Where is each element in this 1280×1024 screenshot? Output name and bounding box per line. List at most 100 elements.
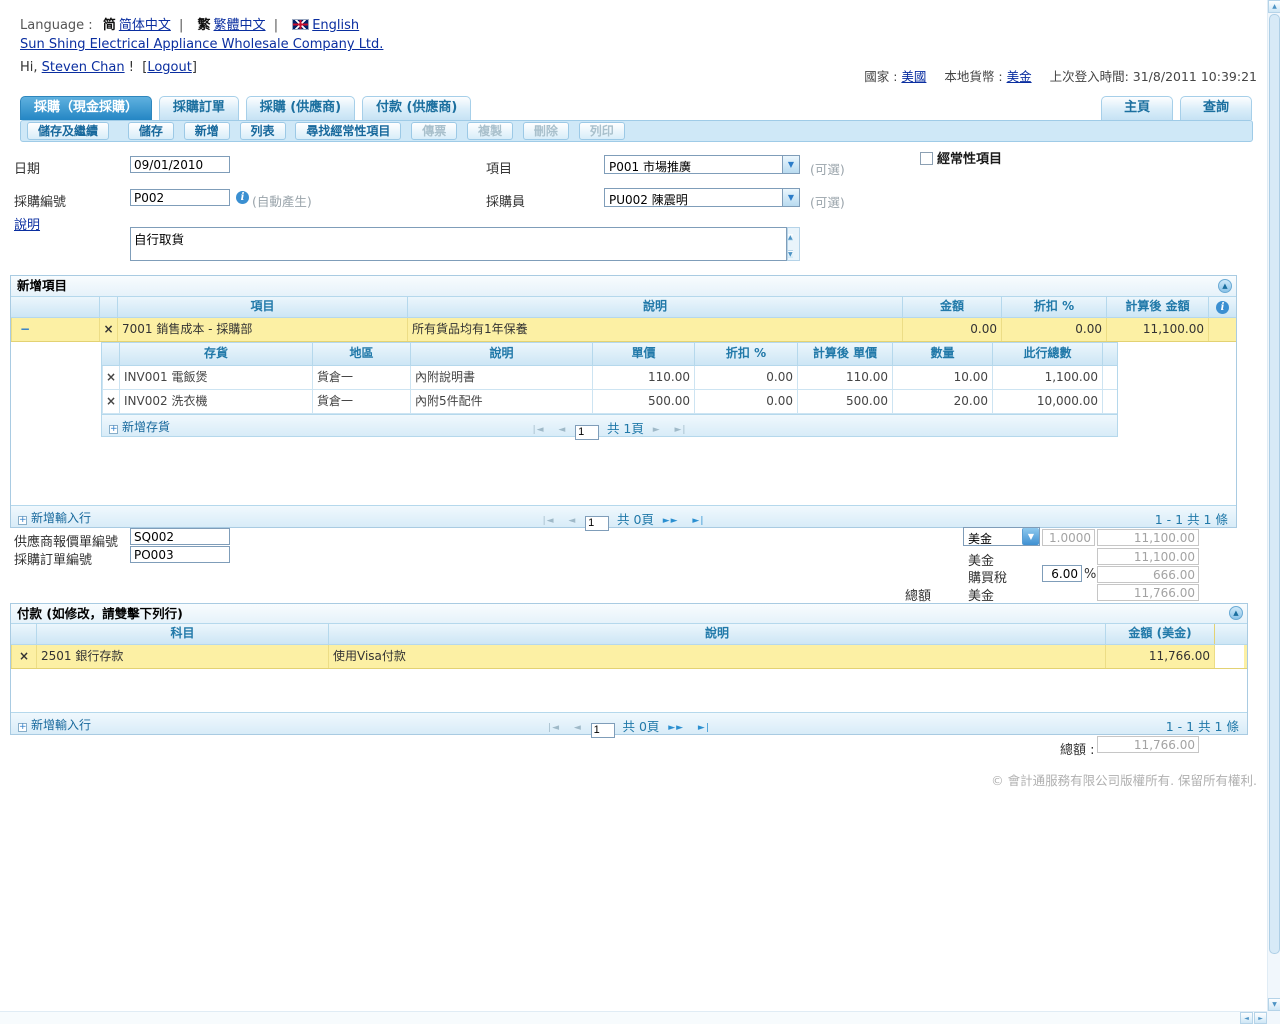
unit-price-cell: 500.00 — [592, 390, 694, 413]
col-pay-amount: 金額 (美金) — [1105, 624, 1214, 644]
record-count: 1 - 1 共 1 條 — [1166, 716, 1239, 735]
vertical-scrollbar-thumb[interactable] — [1269, 14, 1280, 954]
country-link[interactable]: 美國 — [901, 69, 926, 84]
first-page-icon: |◄ — [533, 425, 545, 435]
logout-bracket-close: ] — [192, 60, 197, 75]
inventory-table-header: 存貨 地區 說明 單價 折扣 % 計算後 單價 數量 此行總數 — [102, 342, 1117, 366]
unit-price-cell: 110.00 — [592, 366, 694, 389]
page-input[interactable] — [585, 516, 609, 531]
greeting-prefix: Hi, — [20, 60, 38, 75]
page: Language : 简简体中文 | 繁繁體中文 | English Sun S… — [0, 0, 1280, 1024]
col-inventory: 存貨 — [119, 343, 312, 365]
tab-payment-supplier[interactable]: 付款 (供應商) — [362, 96, 471, 120]
description-link[interactable]: 說明 — [14, 218, 40, 233]
tab-purchase-cash[interactable]: 採購（現金採購） — [20, 96, 152, 120]
tab-purchase-order[interactable]: 採購訂單 — [159, 96, 239, 120]
date-input[interactable] — [130, 156, 230, 173]
discount-cell: 0.00 — [694, 366, 797, 389]
session-info: 國家 : 美國 本地貨幣 : 美金 上次登入時間: 31/8/2011 10:3… — [850, 66, 1257, 85]
chevron-down-icon[interactable]: ▼ — [782, 156, 799, 173]
scroll-down-icon[interactable]: ▼ — [1268, 998, 1280, 1011]
info-icon: i — [1216, 301, 1229, 314]
tab-purchase-supplier[interactable]: 採購 (供應商) — [246, 96, 355, 120]
vertical-scrollbar[interactable]: ▲ ▼ — [1267, 0, 1280, 1011]
last-page-icon[interactable]: ►| — [698, 723, 710, 733]
project-select[interactable]: P001 市場推廣 ▼ — [604, 155, 800, 174]
chevron-down-icon[interactable]: ▼ — [782, 189, 799, 206]
payment-panel: 付款 (如修改，請雙擊下列行) ▲ 科目 說明 金額 (美金) × 2501 銀… — [10, 603, 1248, 735]
scroll-up-icon[interactable]: ▲ — [1268, 0, 1280, 13]
last-page-icon[interactable]: ►| — [692, 516, 704, 526]
lang-english-link[interactable]: English — [312, 18, 359, 33]
scroll-down-icon[interactable]: ▼ — [788, 250, 793, 258]
page-total: 共 1頁 — [607, 421, 644, 436]
logout-link[interactable]: Logout — [147, 60, 192, 75]
horizontal-scrollbar[interactable]: ◄ ► — [0, 1011, 1267, 1024]
list-button[interactable]: 列表 — [240, 122, 286, 140]
description-textarea[interactable]: 自行取貨 — [130, 227, 787, 261]
local-currency-link[interactable]: 美金 — [1007, 69, 1032, 84]
scroll-right-icon[interactable]: ► — [1254, 1012, 1267, 1024]
supplier-quote-input[interactable] — [130, 528, 230, 545]
simplified-chinese-icon: 简 — [103, 18, 116, 33]
prev-page-icon: ◄ — [568, 516, 576, 526]
grand-total-label: 總額 : — [1060, 739, 1095, 758]
find-recurring-button[interactable]: 尋找經常性項目 — [295, 122, 401, 140]
tax-rate-input[interactable] — [1042, 565, 1082, 582]
inventory-row[interactable]: × INV001 電飯煲 貨倉一 內附說明書 110.00 0.00 110.0… — [102, 366, 1117, 390]
save-button[interactable]: 儲存 — [128, 122, 174, 140]
items-panel-title: 新增項目 — [17, 278, 67, 293]
project-optional-hint: (可選) — [810, 159, 845, 178]
delete-row-icon[interactable]: × — [102, 390, 119, 413]
item-cell: 7001 銷售成本 - 採購部 — [117, 318, 407, 341]
supplier-quote-label: 供應商報價單編號 — [14, 531, 118, 550]
inventory-row[interactable]: × INV002 洗衣機 貨倉一 內附5件配件 500.00 0.00 500.… — [102, 390, 1117, 414]
next-page-icon[interactable]: ►► — [668, 723, 684, 733]
delete-row-icon[interactable]: × — [11, 645, 36, 668]
company-link[interactable]: Sun Shing Electrical Appliance Wholesale… — [20, 37, 383, 52]
lang-simplified-link[interactable]: 简体中文 — [119, 18, 171, 33]
col-inv-desc: 說明 — [410, 343, 592, 365]
tax-amount-input — [1097, 566, 1199, 583]
col-account: 科目 — [36, 624, 328, 644]
purchase-no-input[interactable] — [130, 189, 230, 206]
collapse-panel-icon[interactable]: ▲ — [1218, 279, 1232, 293]
language-label: Language : — [20, 18, 93, 33]
new-button[interactable]: 新增 — [184, 122, 230, 140]
scroll-up-icon[interactable]: ▲ — [788, 234, 793, 241]
item-calc-amount-cell: 11,100.00 — [1106, 318, 1208, 341]
line-total-cell: 10,000.00 — [992, 390, 1102, 413]
page-input[interactable] — [575, 425, 599, 440]
chevron-down-icon[interactable]: ▼ — [1022, 528, 1039, 545]
next-page-icon[interactable]: ►► — [663, 516, 679, 526]
item-row[interactable]: − × 7001 銷售成本 - 採購部 所有貨品均有1年保養 0.00 0.00… — [11, 318, 1236, 342]
payment-panel-title: 付款 (如修改，請雙擊下列行) — [17, 606, 183, 621]
item-discount-cell: 0.00 — [1001, 318, 1106, 341]
purchaser-select[interactable]: PU002 陳震明 ▼ — [604, 188, 800, 207]
delete-row-icon[interactable]: × — [102, 366, 119, 389]
collapse-row-icon[interactable]: − — [20, 322, 30, 336]
recurring-checkbox[interactable] — [920, 152, 933, 165]
collapse-panel-icon[interactable]: ▲ — [1229, 606, 1243, 620]
print-button: 列印 — [579, 122, 625, 140]
lang-traditional-link[interactable]: 繁體中文 — [214, 18, 266, 33]
col-area: 地區 — [312, 343, 410, 365]
payment-row[interactable]: × 2501 銀行存款 使用Visa付款 11,766.00 — [11, 645, 1247, 669]
currency-select[interactable]: 美金 ▼ — [963, 527, 1040, 546]
col-qty: 數量 — [892, 343, 992, 365]
pay-desc-cell: 使用Visa付款 — [328, 645, 1105, 668]
tab-home[interactable]: 主頁 — [1101, 96, 1173, 120]
purchase-order-input[interactable] — [130, 546, 230, 563]
delete-row-icon[interactable]: × — [99, 318, 117, 341]
save-and-continue-button[interactable]: 儲存及繼續 — [27, 122, 109, 140]
scroll-left-icon[interactable]: ◄ — [1240, 1012, 1253, 1024]
tab-inquiry[interactable]: 查詢 — [1180, 96, 1252, 120]
local-currency-label: 本地貨幣 : — [944, 69, 1002, 84]
auto-generate-hint: (自動產生) — [252, 191, 312, 210]
user-link[interactable]: Steven Chan — [42, 60, 125, 75]
page-input[interactable] — [591, 723, 615, 738]
total-currency-label: 美金 — [968, 585, 994, 604]
greeting-suffix: ! — [129, 60, 134, 75]
delete-button: 刪除 — [523, 122, 569, 140]
exchange-rate-input — [1042, 529, 1095, 546]
